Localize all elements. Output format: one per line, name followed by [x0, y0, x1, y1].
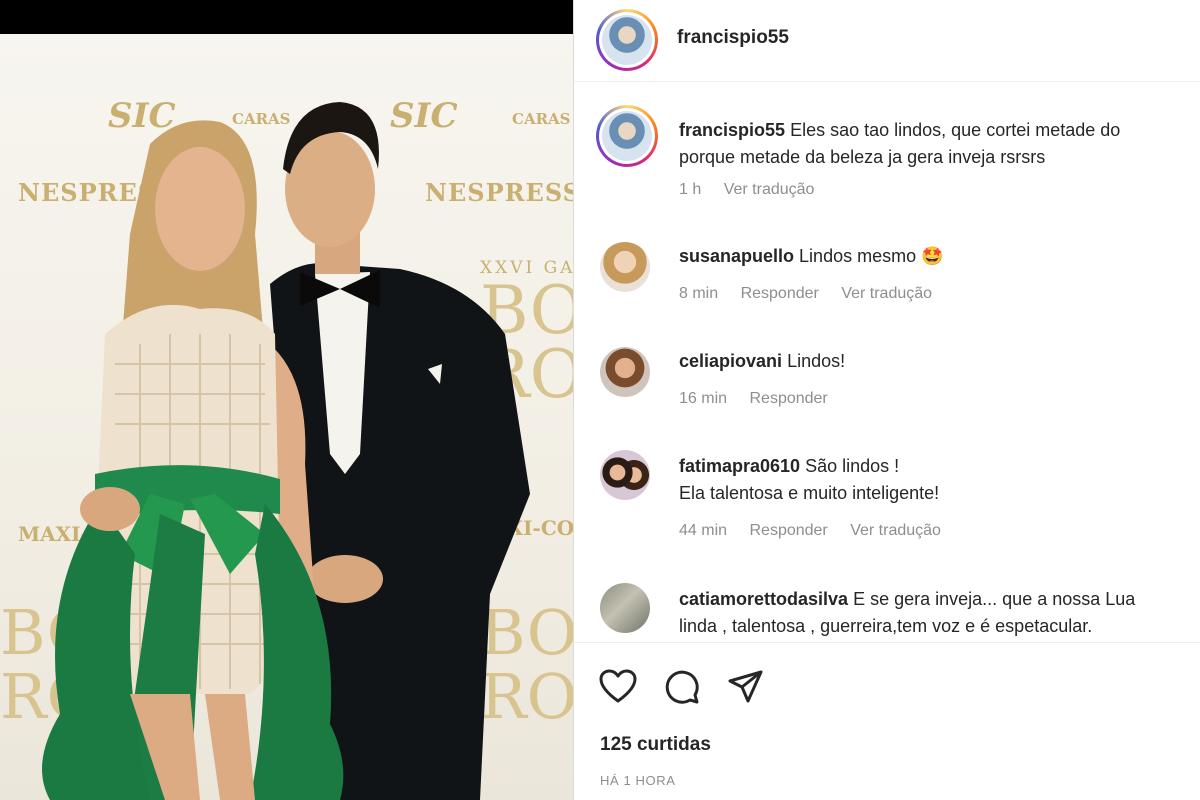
- author-username[interactable]: francispio55: [677, 27, 789, 49]
- comment-meta: 1 h Ver tradução: [679, 181, 832, 199]
- comment-meta: 44 min Responder Ver tradução: [679, 522, 959, 540]
- post-details-panel: francispio55 francispio55 Eles sao tao l…: [573, 0, 1200, 800]
- post-actions: 125 curtidas HÁ 1 HORA: [574, 642, 1200, 800]
- comment-username[interactable]: celiapiovani: [679, 351, 782, 371]
- comment-username[interactable]: francispio55: [679, 120, 785, 140]
- reply-button[interactable]: Responder: [749, 390, 827, 407]
- photo-top-bar: [0, 0, 573, 34]
- comment-username[interactable]: catiamorettodasilva: [679, 589, 848, 609]
- post-header: francispio55: [574, 0, 1200, 82]
- likes-count[interactable]: 125 curtidas: [600, 734, 711, 756]
- comment-item: celiapiovani Lindos! 16 min Responder: [574, 345, 1200, 425]
- commenter-avatar[interactable]: [600, 347, 650, 397]
- commenter-avatar[interactable]: [600, 450, 650, 500]
- reply-button[interactable]: Responder: [749, 522, 827, 539]
- comment-body: Lindos mesmo 🤩: [799, 246, 944, 266]
- comment-username[interactable]: susanapuello: [679, 246, 794, 266]
- share-icon[interactable]: [726, 667, 766, 707]
- comment-time: 8 min: [679, 285, 719, 302]
- comment-body: E se gera inveja... que a nossa Lua: [853, 589, 1136, 609]
- comment-meta: 8 min Responder Ver tradução: [679, 285, 950, 303]
- commenter-avatar[interactable]: [600, 583, 650, 633]
- comments-list[interactable]: francispio55 Eles sao tao lindos, que co…: [574, 83, 1200, 641]
- couple-illustration: [42, 102, 530, 800]
- comment-username[interactable]: fatimapra0610: [679, 456, 800, 476]
- translate-link[interactable]: Ver tradução: [724, 181, 815, 198]
- translate-link[interactable]: Ver tradução: [850, 522, 941, 539]
- comment-body-line2: Ela talentosa e muito inteligente!: [679, 483, 940, 503]
- comment-text: catiamorettodasilva E se gera inveja... …: [679, 586, 1135, 613]
- comment-item: susanapuello Lindos mesmo 🤩 8 min Respon…: [574, 240, 1200, 320]
- heart-icon[interactable]: [598, 667, 638, 707]
- comment-text: celiapiovani Lindos!: [679, 348, 845, 375]
- caption-comment: francispio55 Eles sao tao lindos, que co…: [574, 105, 1200, 225]
- comment-time: 16 min: [679, 390, 728, 407]
- comment-meta: 16 min Responder: [679, 390, 846, 408]
- commenter-avatar[interactable]: [600, 242, 650, 292]
- comment-time: 1 h: [679, 181, 702, 198]
- post-photo[interactable]: SIC SIC CARAS CARAS NESPRESSO NESPRESSO …: [0, 0, 573, 800]
- comment-text: susanapuello Lindos mesmo 🤩: [679, 243, 944, 270]
- comment-time: 44 min: [679, 522, 728, 539]
- author-avatar[interactable]: [596, 9, 658, 71]
- comment-body: Eles sao tao lindos, que cortei metade d…: [790, 120, 1121, 140]
- comment-body: Lindos!: [787, 351, 846, 371]
- comment-text: francispio55 Eles sao tao lindos, que co…: [679, 117, 1120, 144]
- post-timestamp: HÁ 1 HORA: [600, 773, 676, 788]
- comment-item: catiamorettodasilva E se gera inveja... …: [574, 583, 1200, 641]
- comment-text: fatimapra0610 São lindos !: [679, 453, 899, 480]
- author-avatar[interactable]: [596, 105, 658, 167]
- comment-body-line2: linda , talentosa , guerreira,tem voz e …: [679, 616, 1093, 636]
- comment-body-line2: porque metade da beleza ja gera inveja r…: [679, 147, 1046, 167]
- comment-body: São lindos !: [805, 456, 900, 476]
- comment-item: fatimapra0610 São lindos ! Ela talentosa…: [574, 450, 1200, 560]
- reply-button[interactable]: Responder: [741, 285, 819, 302]
- translate-link[interactable]: Ver tradução: [841, 285, 932, 302]
- comment-icon[interactable]: [662, 667, 702, 707]
